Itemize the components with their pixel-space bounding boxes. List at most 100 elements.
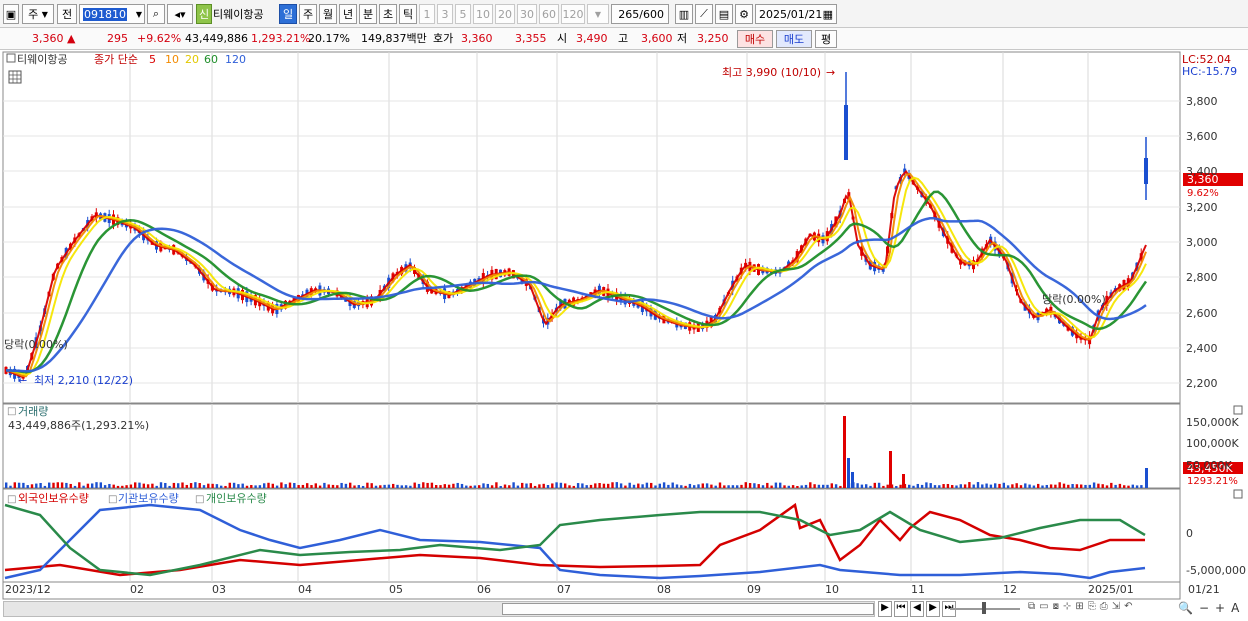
scroll-prev-icon[interactable]: ◀ xyxy=(910,601,924,617)
date-value: 2025/01/21 xyxy=(759,7,823,21)
volume-bar xyxy=(374,485,378,488)
chart-print-icon[interactable]: ⎙ xyxy=(1100,601,1108,617)
market-type-select[interactable]: 주 ▼ xyxy=(22,4,54,24)
scroll-next-icon[interactable]: ▶ xyxy=(926,601,940,617)
x-tick: 03 xyxy=(212,583,226,596)
volume-bar xyxy=(224,485,227,488)
volume-bar xyxy=(813,484,816,488)
gear-icon[interactable]: ⚙ xyxy=(735,4,753,24)
chart-compare-icon[interactable]: ⧇ xyxy=(1053,601,1059,617)
volume-bar xyxy=(680,485,683,488)
chart-layout-icon[interactable]: ⧉ xyxy=(1028,601,1035,617)
date-input[interactable]: 2025/01/21 ▦ xyxy=(755,4,837,24)
chart-crosshair-icon[interactable]: ⊹ xyxy=(1063,601,1071,617)
volume-bar xyxy=(172,482,176,488)
period-second-button[interactable]: 초 xyxy=(379,4,397,24)
buy-label: 매수 xyxy=(744,33,766,46)
period-day-button[interactable]: 일 xyxy=(279,4,297,24)
chart-undo-icon[interactable]: ↶ xyxy=(1124,601,1132,617)
candle-icon[interactable]: ▥ xyxy=(675,4,693,24)
holding-pane-close-icon[interactable] xyxy=(1233,489,1243,499)
candle-body xyxy=(844,105,848,160)
count-input[interactable]: 265/600 xyxy=(611,4,669,24)
price-change-pct: +9.62% xyxy=(137,32,182,45)
interval-5-button[interactable]: 5 xyxy=(455,4,471,24)
interval-30-button[interactable]: 30 xyxy=(517,4,537,24)
interval-select[interactable]: ▼ xyxy=(587,4,609,24)
volume-bar xyxy=(1067,484,1070,488)
foreign-holding-label: 외국인보유수량 xyxy=(18,492,89,505)
price-change: 295 xyxy=(107,32,128,45)
scroll-first-icon[interactable]: ⏮ xyxy=(894,601,908,617)
volume-bar xyxy=(460,483,464,488)
price-tick: 3,000 xyxy=(1186,236,1218,249)
zoom-out-icon[interactable]: − xyxy=(1199,601,1209,617)
zoom-in-icon[interactable]: + xyxy=(1215,601,1225,617)
interval-label: 20 xyxy=(498,7,512,21)
avg-button[interactable]: 평 xyxy=(815,30,837,48)
line-tool-icon[interactable]: ⟋ xyxy=(695,4,713,24)
volume-bar xyxy=(129,484,133,488)
period-year-button[interactable]: 년 xyxy=(339,4,357,24)
scrollbar-thumb[interactable] xyxy=(502,603,874,615)
prev-button[interactable]: 전 xyxy=(57,4,77,24)
interval-60-button[interactable]: 60 xyxy=(539,4,559,24)
volume-bar xyxy=(78,482,81,488)
legend-box-icon[interactable] xyxy=(6,53,16,63)
volume-bar xyxy=(895,485,898,488)
volume-value-text: 43,449,886주(1,293.21%) xyxy=(8,419,149,432)
zoom-controls: 🔍 − + A xyxy=(1178,601,1246,617)
buy-button[interactable]: 매수 xyxy=(737,30,773,48)
chevron-down-icon[interactable]: ▼ xyxy=(136,10,142,19)
interval-20-button[interactable]: 20 xyxy=(495,4,515,24)
zoom-slider-handle[interactable] xyxy=(982,602,986,614)
interval-1-button[interactable]: 1 xyxy=(419,4,435,24)
volume-bar xyxy=(202,485,206,488)
chart-export-icon[interactable]: ⇲ xyxy=(1112,601,1120,617)
chart-copy-icon[interactable]: ⎘ xyxy=(1088,601,1096,617)
stock-chart[interactable]: 3,360 9.62% 43,450K 1293.21% 최고 3,990 (1… xyxy=(0,50,1248,621)
volume-bar xyxy=(344,483,348,488)
period-week-button[interactable]: 주 xyxy=(299,4,317,24)
scroll-right-icon[interactable]: ▶ xyxy=(878,601,892,617)
zoom-slider[interactable] xyxy=(950,602,1020,614)
volume-pane-close-icon[interactable] xyxy=(1233,405,1243,415)
stock-code-input[interactable]: 091810 ▼ xyxy=(79,4,145,24)
volume-bar xyxy=(938,485,941,488)
price-legend-ma: 종가 단순 xyxy=(94,53,138,66)
volume-bar xyxy=(779,482,782,488)
high-value: 3,600 xyxy=(641,32,673,45)
chart-grid-icon[interactable]: ⊞ xyxy=(1075,601,1083,617)
interval-3-button[interactable]: 3 xyxy=(437,4,453,24)
font-size-icon[interactable]: A xyxy=(1231,601,1239,617)
volume-bar xyxy=(869,485,872,488)
low-arrow-icon: ← xyxy=(18,374,27,387)
volume-bar xyxy=(564,483,567,488)
calendar-icon[interactable]: ▦ xyxy=(823,8,833,21)
zoom-icon[interactable]: 🔍 xyxy=(1178,601,1193,617)
bottom-controls: ▶ ⏮ ◀ ▶ ⏭ xyxy=(878,601,956,617)
window-menu-icon[interactable]: ▣ xyxy=(3,4,19,24)
price-tick: 2,400 xyxy=(1186,342,1218,355)
volume-bar xyxy=(551,483,554,488)
sell-button[interactable]: 매도 xyxy=(776,30,812,48)
period-minute-button[interactable]: 분 xyxy=(359,4,377,24)
ma-10-label: 10 xyxy=(165,53,179,66)
chevron-down-icon: ▼ xyxy=(594,9,602,19)
speaker-icon[interactable]: ◂▾ xyxy=(167,4,193,24)
search-icon[interactable]: ⌕ xyxy=(147,4,165,24)
volume-bar xyxy=(65,482,68,488)
volume-bar xyxy=(108,483,111,488)
interval-10-button[interactable]: 10 xyxy=(473,4,493,24)
volume-bar xyxy=(1041,485,1044,488)
chart-scrollbar[interactable] xyxy=(3,601,875,617)
chart-split-icon[interactable]: ▭ xyxy=(1039,601,1048,617)
table-icon[interactable] xyxy=(8,70,22,84)
interval-120-button[interactable]: 120 xyxy=(561,4,585,24)
volume-bar xyxy=(52,482,55,488)
period-month-button[interactable]: 월 xyxy=(319,4,337,24)
price-tick: 3,600 xyxy=(1186,130,1218,143)
save-icon[interactable]: ▤ xyxy=(715,4,733,24)
period-tick-button[interactable]: 틱 xyxy=(399,4,417,24)
label-left: 당락(0.00%) xyxy=(4,338,68,351)
